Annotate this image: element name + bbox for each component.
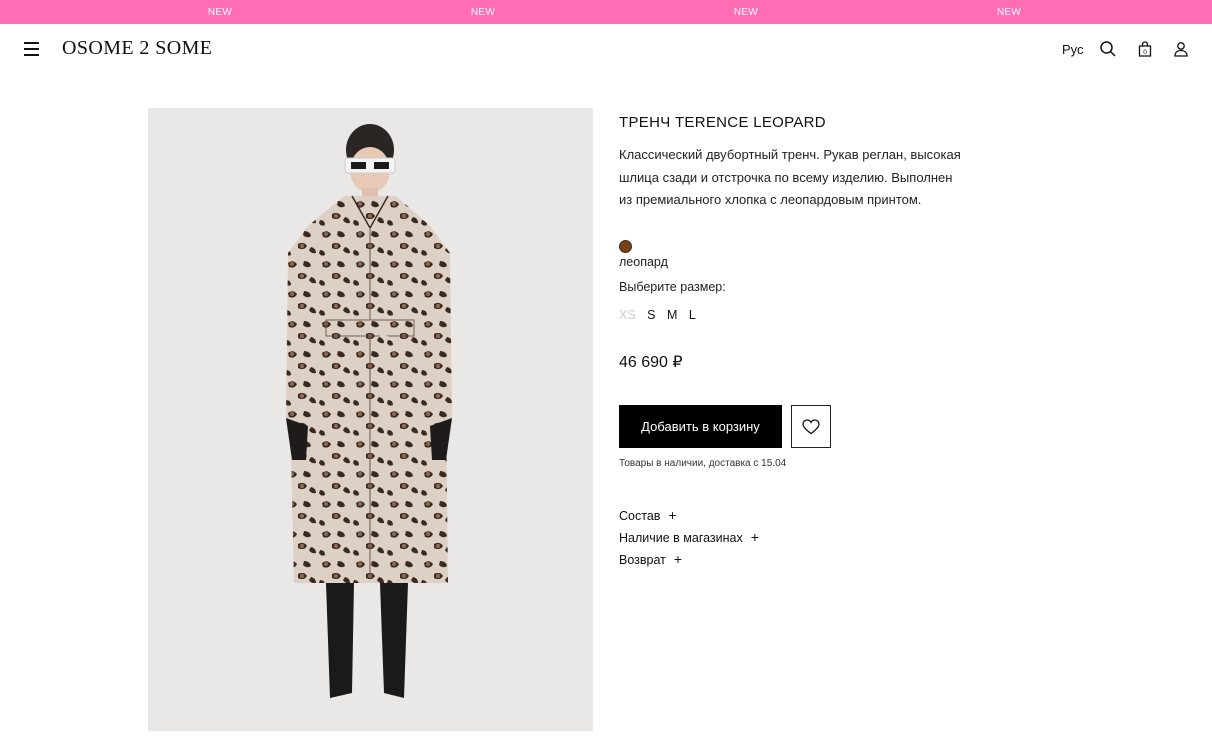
- size-option-l[interactable]: L: [689, 308, 696, 322]
- accordion-returns[interactable]: Возврат +: [619, 551, 682, 567]
- promo-ticker: NEW NEW NEW NEW: [0, 0, 1212, 24]
- product-photo: [286, 124, 452, 698]
- ticker-item: NEW: [733, 7, 759, 18]
- color-swatch[interactable]: [619, 240, 632, 253]
- size-selector: XS S M L: [619, 308, 704, 322]
- accordion-store-availability[interactable]: Наличие в магазинах +: [619, 529, 759, 545]
- size-option-s[interactable]: S: [647, 308, 655, 322]
- accordion-label: Состав: [619, 509, 661, 523]
- product-image[interactable]: [148, 108, 593, 731]
- search-icon[interactable]: [1099, 40, 1117, 58]
- accordion-label: Возврат: [619, 553, 666, 567]
- accordion-label: Наличие в магазинах: [619, 531, 743, 545]
- plus-icon: +: [668, 507, 677, 523]
- product-description: Классический двубортный тренч. Рукав рег…: [619, 147, 961, 207]
- language-switcher[interactable]: Рус: [1062, 42, 1084, 57]
- size-option-xs[interactable]: XS: [619, 308, 636, 322]
- site-header: OSOME 2 SOME Рус 0: [0, 24, 1212, 76]
- stock-note: Товары в наличии, доставка с 15.04: [619, 458, 787, 469]
- bag-icon[interactable]: 0: [1136, 40, 1154, 58]
- plus-icon: +: [673, 551, 683, 567]
- cart-count: 0: [1143, 49, 1147, 56]
- heart-icon: [802, 418, 820, 434]
- size-label: Выберите размер:: [619, 280, 726, 294]
- menu-icon[interactable]: [24, 42, 40, 56]
- ticker-item: NEW: [996, 7, 1022, 18]
- color-name: леопард: [619, 255, 668, 269]
- user-icon[interactable]: [1172, 40, 1190, 58]
- site-logo[interactable]: OSOME 2 SOME: [62, 37, 212, 60]
- accordion-composition[interactable]: Состав +: [619, 507, 677, 523]
- favorite-button[interactable]: [791, 405, 831, 448]
- ticker-item: NEW: [207, 7, 233, 18]
- add-to-cart-button[interactable]: Добавить в корзину: [619, 405, 782, 448]
- ticker-item: NEW: [470, 7, 496, 18]
- product-price: 46 690 ₽: [619, 354, 683, 371]
- plus-icon: +: [750, 529, 759, 545]
- product-title: ТРЕНЧ TERENCE LEOPARD: [619, 114, 826, 131]
- size-option-m[interactable]: M: [667, 308, 677, 322]
